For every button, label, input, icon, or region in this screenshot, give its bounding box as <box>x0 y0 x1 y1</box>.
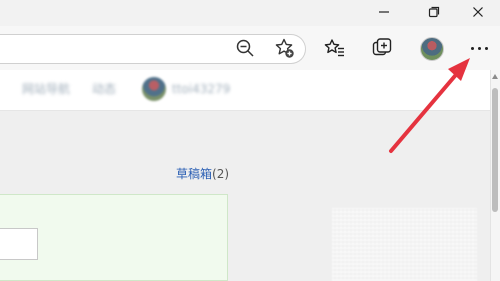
drafts-link[interactable]: 草稿箱(2) <box>176 166 229 182</box>
collections-icon <box>372 38 392 56</box>
scroll-thumb[interactable] <box>492 88 498 212</box>
close-button[interactable] <box>458 0 498 26</box>
nav-item-blurred[interactable]: 网站导航 <box>22 79 70 99</box>
favorites-button[interactable] <box>323 36 347 60</box>
minimize-icon <box>379 11 389 13</box>
add-favorite-button[interactable] <box>272 36 296 60</box>
close-icon <box>473 7 483 17</box>
nav-item-blurred[interactable]: 动态 <box>92 79 116 99</box>
zoom-button[interactable] <box>233 36 257 60</box>
maximize-button[interactable] <box>414 0 454 26</box>
address-bar[interactable] <box>0 34 306 64</box>
minimize-button[interactable] <box>364 0 404 26</box>
site-navigation <box>0 70 490 111</box>
blurred-content <box>332 208 477 281</box>
restore-icon <box>428 6 440 18</box>
drafts-count: (2) <box>212 167 230 181</box>
compose-input[interactable] <box>0 228 38 260</box>
favorites-icon <box>324 39 344 57</box>
drafts-label: 草稿箱 <box>176 167 213 181</box>
menu-dot <box>485 47 488 50</box>
more-settings-icon[interactable] <box>468 36 492 60</box>
user-avatar[interactable] <box>142 77 166 101</box>
username-blurred[interactable]: ttoi43279 <box>172 79 230 99</box>
add-favorite-icon <box>275 38 294 58</box>
browser-titlebar <box>0 0 500 26</box>
menu-dot <box>478 47 481 50</box>
menu-dot <box>471 47 474 50</box>
zoom-out-icon <box>236 39 254 57</box>
scroll-up-icon[interactable] <box>492 74 498 79</box>
collections-button[interactable] <box>370 36 394 60</box>
profile-avatar[interactable] <box>420 37 444 61</box>
